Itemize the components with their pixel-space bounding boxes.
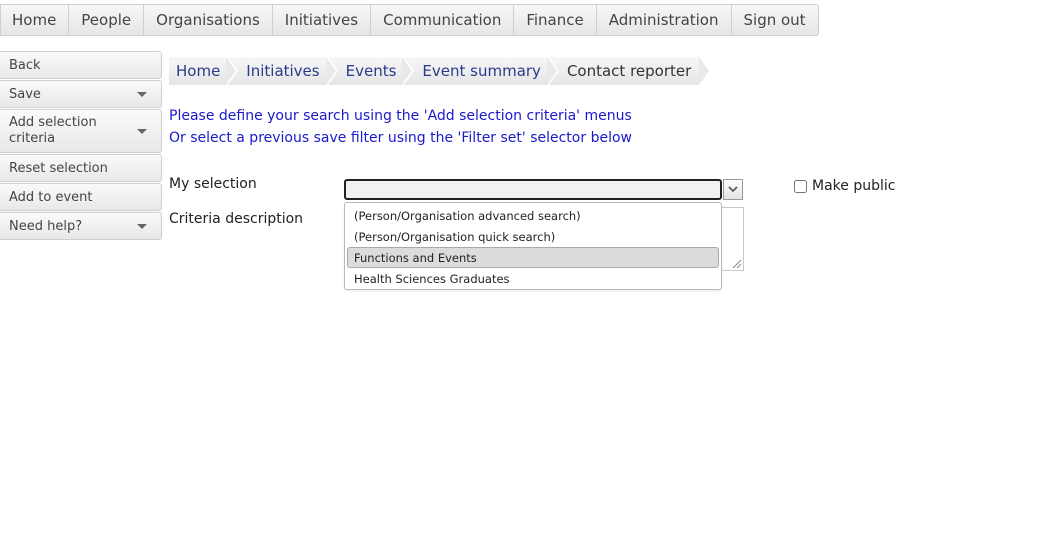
make-public-checkbox[interactable] <box>794 179 807 193</box>
breadcrumb-home[interactable]: Home <box>169 57 237 85</box>
instruction-line-2: Or select a previous save filter using t… <box>169 130 632 146</box>
need-help-menu-button[interactable]: Need help? <box>0 212 162 240</box>
nav-finance[interactable]: Finance <box>514 5 597 35</box>
breadcrumb-events[interactable]: Events <box>327 57 413 85</box>
chevron-down-icon <box>728 186 738 193</box>
criteria-description-label: Criteria description <box>169 211 304 227</box>
filter-set-dropdown-list: (Person/Organisation advanced search) (P… <box>344 202 722 290</box>
dropdown-option[interactable]: (Person/Organisation advanced search) <box>347 205 719 226</box>
add-selection-criteria-menu-button[interactable]: Add selection criteria <box>0 109 162 153</box>
add-to-event-button[interactable]: Add to event <box>0 183 162 211</box>
nav-home[interactable]: Home <box>1 5 70 35</box>
reset-selection-button[interactable]: Reset selection <box>0 154 162 182</box>
top-navigation: Home People Organisations Initiatives Co… <box>0 4 819 36</box>
breadcrumb: Home Initiatives Events Event summary Co… <box>169 57 710 85</box>
back-button[interactable]: Back <box>0 51 162 79</box>
save-label: Save <box>9 86 41 102</box>
dropdown-option[interactable]: (Person/Organisation quick search) <box>347 226 719 247</box>
make-public-label: Make public <box>812 178 896 194</box>
nav-sign-out[interactable]: Sign out <box>732 5 818 35</box>
add-to-event-label: Add to event <box>9 189 93 205</box>
my-selection-input[interactable] <box>344 179 722 200</box>
breadcrumb-event-summary[interactable]: Event summary <box>404 57 557 85</box>
nav-people[interactable]: People <box>69 5 145 35</box>
save-menu-button[interactable]: Save <box>0 80 162 108</box>
search-instructions: Please define your search using the 'Add… <box>169 105 632 149</box>
chevron-down-icon <box>137 224 147 229</box>
chevron-down-icon <box>137 92 147 97</box>
my-selection-label: My selection <box>169 176 257 192</box>
nav-initiatives[interactable]: Initiatives <box>273 5 372 35</box>
dropdown-option[interactable]: Health Sciences Graduates <box>347 268 719 289</box>
resize-grip-icon[interactable] <box>732 259 742 269</box>
make-public-control[interactable]: Make public <box>794 178 895 194</box>
breadcrumb-initiatives[interactable]: Initiatives <box>228 57 336 85</box>
nav-organisations[interactable]: Organisations <box>144 5 273 35</box>
dropdown-option-highlighted[interactable]: Functions and Events <box>347 247 719 268</box>
instruction-line-1: Please define your search using the 'Add… <box>169 108 632 124</box>
nav-administration[interactable]: Administration <box>597 5 732 35</box>
add-selection-criteria-label: Add selection criteria <box>9 115 97 146</box>
breadcrumb-contact-reporter: Contact reporter <box>548 57 710 85</box>
chevron-down-icon <box>137 129 147 134</box>
reset-selection-label: Reset selection <box>9 160 108 176</box>
side-menu: Back Save Add selection criteria Reset s… <box>0 51 162 241</box>
need-help-label: Need help? <box>9 218 83 234</box>
back-label: Back <box>9 57 41 73</box>
my-selection-dropdown-button[interactable] <box>723 179 743 200</box>
nav-communication[interactable]: Communication <box>371 5 515 35</box>
